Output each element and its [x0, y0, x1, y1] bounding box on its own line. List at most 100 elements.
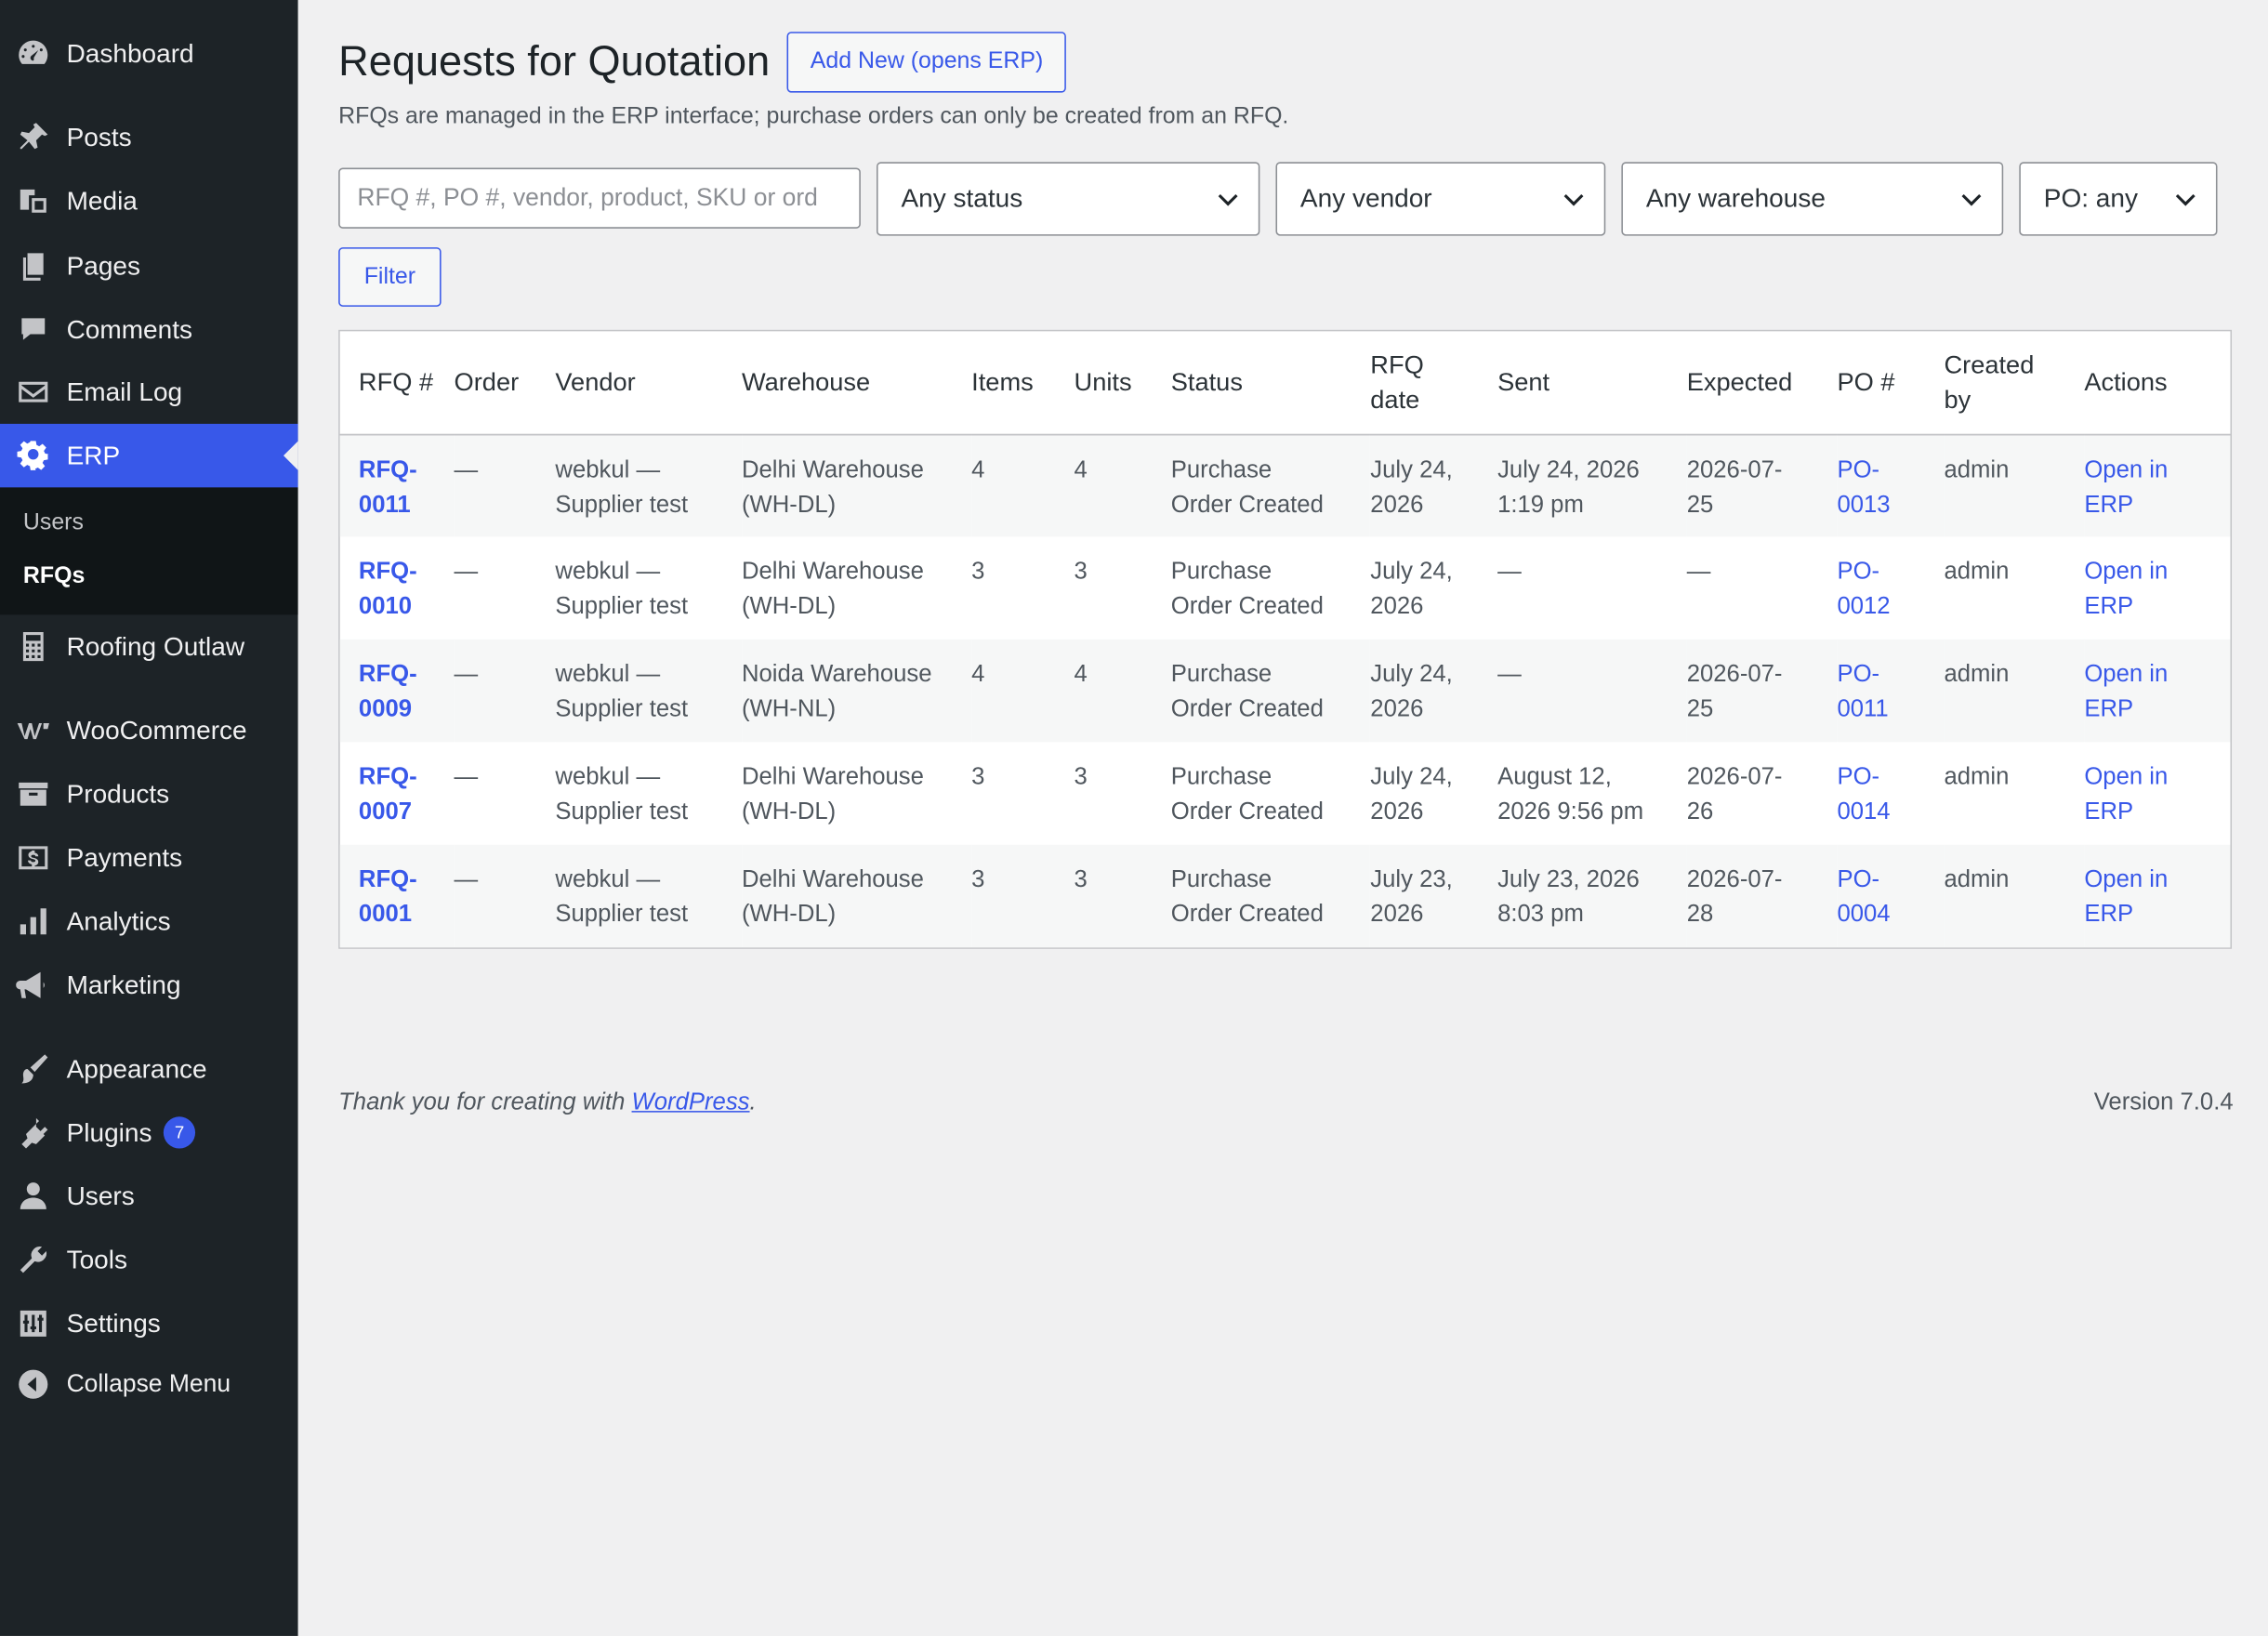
menu-item-dashboard[interactable]: Dashboard — [0, 21, 298, 85]
expected-cell-value: 2026-07- 25 — [1686, 455, 1783, 518]
open-in-erp-cell-value[interactable]: Open in ERP — [2084, 559, 2168, 619]
rfq-date-cell-value: July 24, 2026 — [1370, 763, 1453, 825]
rfq-number-cell-value[interactable]: RFQ- 0009 — [359, 661, 417, 721]
column-header-items[interactable]: Items — [971, 331, 1075, 435]
open-in-erp-cell-value[interactable]: Open in ERP — [2084, 764, 2168, 825]
status-cell: Purchase Order Created — [1170, 433, 1371, 537]
vendor-cell-value: webkul — Supplier test — [555, 455, 689, 518]
column-header-status[interactable]: Status — [1170, 331, 1371, 435]
status-select[interactable]: Any status — [876, 162, 1260, 236]
footer-thanks: Thank you for creating with WordPress. — [338, 1088, 757, 1115]
column-header-rfq-date[interactable]: RFQ date — [1370, 331, 1498, 435]
po-number-cell-value[interactable]: PO- 0012 — [1837, 559, 1890, 619]
items-cell: 3 — [971, 844, 1075, 948]
po-number-cell-value[interactable]: PO- 0004 — [1837, 866, 1890, 927]
wordpress-link[interactable]: WordPress — [632, 1089, 750, 1115]
warehouse-cell: Delhi Warehouse (WH-DL) — [741, 844, 972, 948]
rfq-number-cell: RFQ- 0007 — [340, 742, 455, 844]
expected-cell-value: 2026-07- 25 — [1686, 661, 1783, 722]
table-row: RFQ- 0007 — webkul — Supplier test Delhi Ware… — [340, 742, 2231, 844]
collapse-menu-button[interactable]: Collapse Menu — [0, 1352, 298, 1416]
menu-item-plugins[interactable]: Plugins 7 — [0, 1101, 298, 1164]
menu-item-comments[interactable]: Comments — [0, 298, 298, 362]
sent-cell: — — [1497, 536, 1687, 639]
column-header-rfq[interactable]: RFQ # — [339, 331, 455, 435]
rfq-date-cell: July 24, 2026 — [1370, 639, 1498, 743]
rfq-date-cell-value: July 24, 2026 — [1370, 661, 1453, 722]
warehouse-cell-value: Delhi Warehouse (WH-DL) — [741, 866, 924, 928]
rfq-number-cell-value[interactable]: RFQ- 0010 — [359, 559, 417, 619]
menu-item-tools[interactable]: Tools — [0, 1228, 298, 1291]
menu-item-analytics[interactable]: Analytics — [0, 890, 298, 953]
open-in-erp-cell-value[interactable]: Open in ERP — [2084, 456, 2168, 517]
email-icon — [0, 375, 67, 409]
menu-item-roofing-outlaw[interactable]: Roofing Outlaw — [0, 614, 298, 678]
rfq-number-cell-value[interactable]: RFQ- 0007 — [359, 764, 417, 825]
add-new-button[interactable]: Add New (opens ERP) — [786, 32, 1067, 93]
po-select[interactable]: PO: any — [2019, 162, 2218, 236]
column-header-po[interactable]: PO # — [1837, 331, 1945, 435]
menu-item-appearance[interactable]: Appearance — [0, 1037, 298, 1101]
bar-chart-icon — [0, 904, 67, 939]
submenu-item-users[interactable]: Users — [23, 510, 84, 536]
table-row: RFQ- 0001 — webkul — Supplier test Delhi Ware… — [339, 844, 2231, 948]
column-header-sent[interactable]: Sent — [1497, 331, 1687, 435]
vendor-select[interactable]: Any vendor — [1275, 162, 1606, 236]
sent-cell: August 12, 2026 9:56 pm — [1497, 742, 1687, 844]
expected-cell: 2026-07- 26 — [1687, 742, 1838, 844]
po-number-cell-value[interactable]: PO- 0011 — [1837, 661, 1888, 721]
rfq-number-cell-value[interactable]: RFQ- 0011 — [359, 456, 417, 517]
column-header-order[interactable]: Order — [454, 331, 556, 435]
table-header-row: RFQ # Order Vendor Warehouse Items Units… — [339, 331, 2231, 435]
open-in-erp-cell: Open in ERP — [2084, 433, 2231, 537]
filter-button[interactable]: Filter — [338, 247, 442, 307]
po-number-cell-value[interactable]: PO- 0014 — [1837, 764, 1890, 825]
column-header-vendor[interactable]: Vendor — [555, 331, 742, 435]
menu-item-erp[interactable]: ERP — [0, 423, 298, 488]
open-in-erp-cell-value[interactable]: Open in ERP — [2084, 661, 2168, 721]
warehouse-select[interactable]: Any warehouse — [1621, 162, 2004, 236]
table-row: RFQ- 0009— webkul — Supplier test Noida Ware… — [339, 639, 2231, 743]
menu-item-products[interactable]: Products — [0, 762, 298, 825]
order-cell: — — [454, 844, 556, 948]
gear-icon — [0, 438, 67, 472]
sent-cell-value: August 12, 2026 9:56 pm — [1497, 763, 1644, 825]
column-header-units[interactable]: Units — [1074, 331, 1171, 435]
vendor-cell: webkul — Supplier test — [555, 742, 742, 844]
menu-item-pages[interactable]: Pages — [0, 234, 298, 297]
menu-item-users[interactable]: Users — [0, 1165, 298, 1228]
sent-cell: — — [1497, 639, 1687, 743]
column-header-warehouse[interactable]: Warehouse — [741, 331, 972, 435]
expected-cell: 2026-07- 25 — [1686, 639, 1838, 743]
items-cell: 3 — [971, 763, 985, 790]
rfq-number-cell-value[interactable]: RFQ- 0001 — [359, 866, 417, 927]
menu-item-payments[interactable]: Payments — [0, 826, 298, 890]
sent-cell-value: — — [1497, 558, 1522, 585]
open-in-erp-cell: Open in ERP — [2084, 742, 2230, 844]
submenu-item-rfqs[interactable]: RFQs — [23, 564, 85, 590]
status-cell-value: Purchase Order Created — [1170, 558, 1324, 620]
column-header-created-by[interactable]: Created by — [1944, 331, 2085, 435]
column-header-expected[interactable]: Expected — [1686, 331, 1838, 435]
vendor-cell-value: webkul — Supplier test — [555, 866, 689, 928]
status-cell-value: Purchase Order Created — [1170, 661, 1324, 722]
open-in-erp-cell-value[interactable]: Open in ERP — [2084, 866, 2168, 927]
status-cell-value: Purchase Order Created — [1170, 455, 1324, 518]
vendor-cell: webkul — Supplier test — [555, 844, 742, 948]
menu-item-marketing[interactable]: Marketing — [0, 953, 298, 1016]
menu-item-posts[interactable]: Posts — [0, 106, 298, 169]
sent-cell-value: — — [1497, 661, 1522, 688]
menu-item-settings[interactable]: Settings — [0, 1292, 298, 1355]
collapse-arrow-icon — [0, 1367, 67, 1402]
po-number-cell-value[interactable]: PO- 0013 — [1837, 456, 1890, 517]
created-by-cell: admin — [1944, 558, 2010, 585]
status-cell: Purchase Order Created — [1171, 536, 1371, 639]
menu-item-email-log[interactable]: Email Log — [0, 360, 298, 423]
search-input[interactable] — [338, 167, 861, 229]
items-cell: 4 — [971, 433, 1075, 537]
menu-item-woocommerce[interactable]: WooCommerce — [0, 699, 298, 762]
status-cell-value: Purchase Order Created — [1170, 763, 1324, 825]
calculator-icon — [0, 629, 67, 664]
menu-item-media[interactable]: Media — [0, 169, 298, 232]
dashboard-icon — [0, 36, 67, 71]
